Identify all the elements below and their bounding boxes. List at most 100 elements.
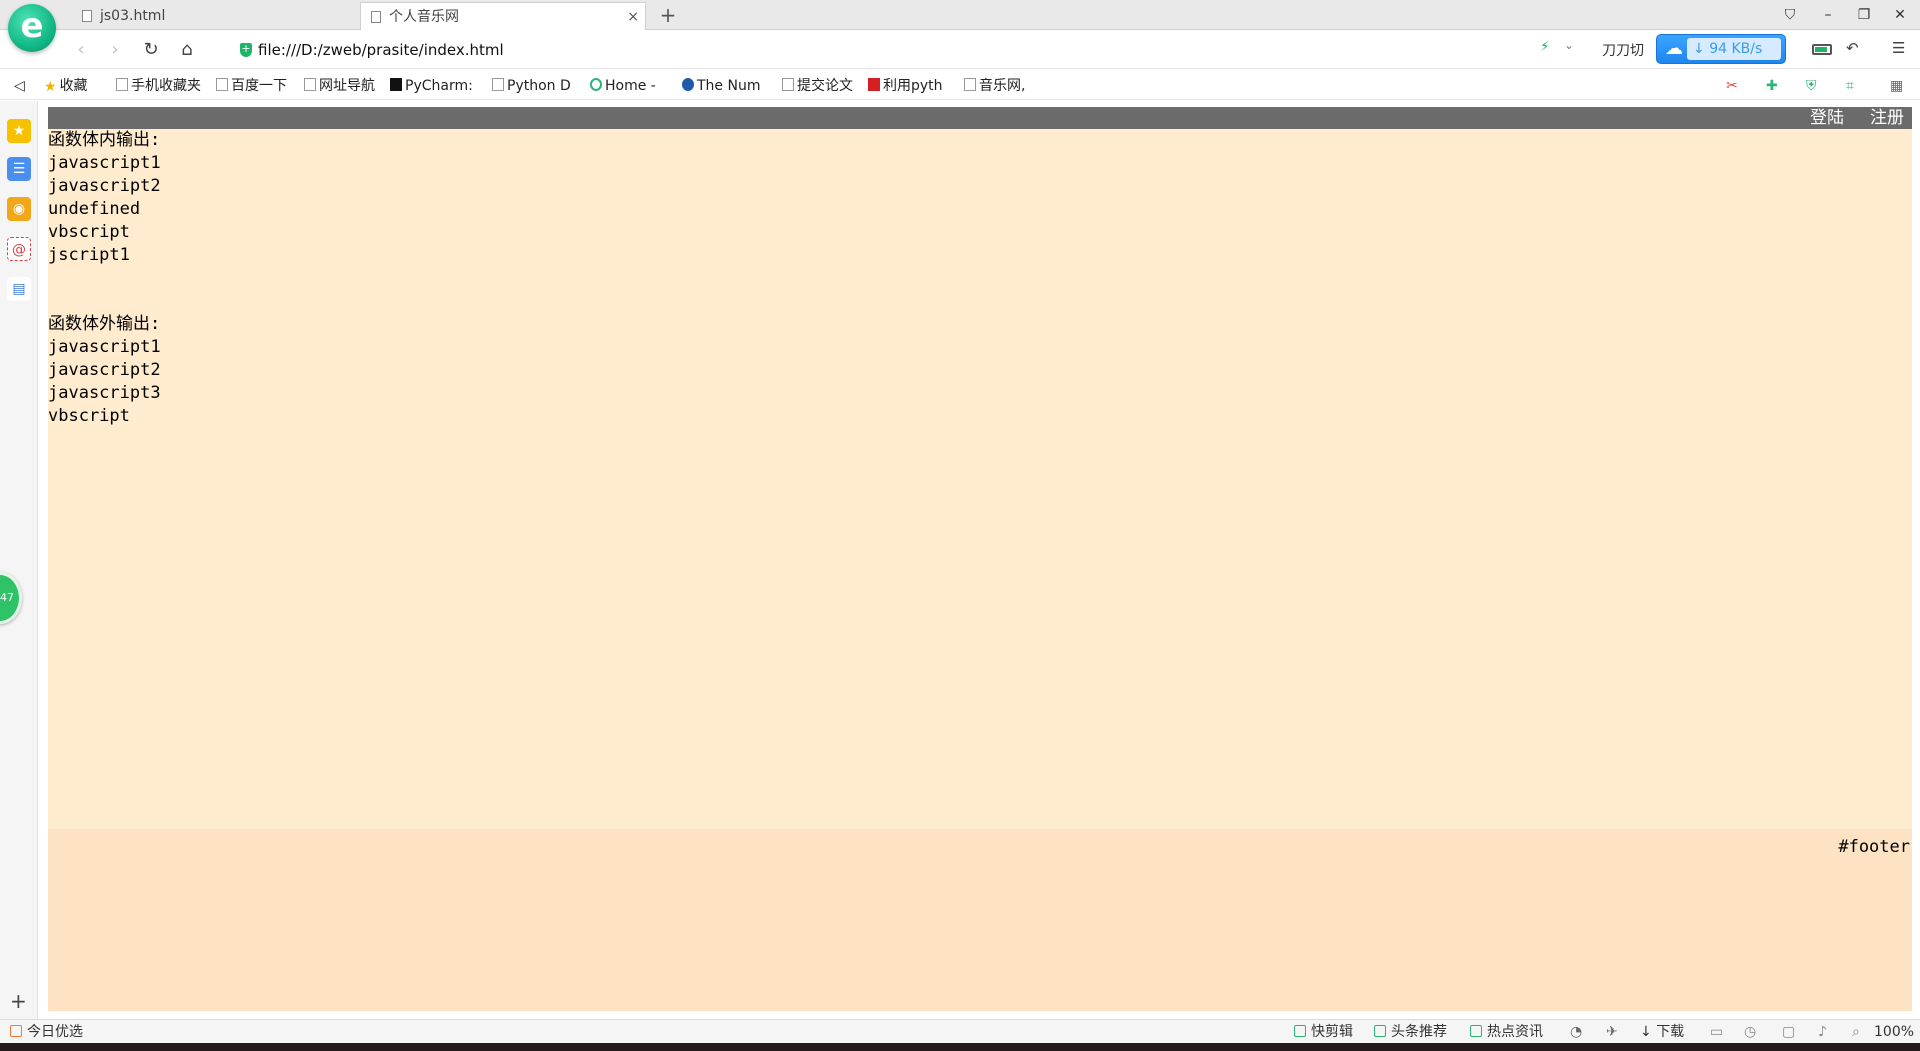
daily-picks-label: 今日优选 <box>27 1024 83 1040</box>
bookmark-label: 收藏 <box>59 78 88 94</box>
tab-music-site[interactable]: 个人音乐网 × <box>360 2 646 30</box>
history-icon[interactable]: ◷ <box>1744 1020 1756 1044</box>
footer-label: #footer <box>1838 837 1910 857</box>
plugin-icon[interactable]: ✚ <box>1766 76 1778 96</box>
hot-news[interactable]: 热点资讯 <box>1470 1020 1543 1044</box>
skin-icon[interactable]: ⛉ <box>1774 2 1806 28</box>
play-icon <box>1374 1025 1386 1037</box>
status-item-label: 热点资讯 <box>1487 1024 1543 1040</box>
weibo-icon[interactable]: ◉ <box>7 197 31 221</box>
login-link[interactable]: 登陆 <box>1810 108 1844 128</box>
browser-window: js03.html 个人音乐网 × + ⛉ – ❐ ✕ ‹ › ↻ ⌂ file… <box>0 0 1920 1051</box>
phone-icon <box>116 78 128 91</box>
bookmark-label: Python D <box>507 78 571 94</box>
bookmark-label: 百度一下 <box>231 78 287 94</box>
back-button[interactable]: ‹ <box>68 37 94 63</box>
bookmark-nav[interactable]: 网址导航 <box>304 76 375 96</box>
undo-icon[interactable]: ↶ <box>1846 39 1859 57</box>
reload-button[interactable]: ↻ <box>138 37 164 63</box>
address-input[interactable]: file:///D:/zweb/prasite/index.html <box>236 36 1516 63</box>
scissors-icon[interactable]: ✂ <box>1726 76 1738 96</box>
bookmark-home[interactable]: Home - <box>590 76 656 96</box>
gamepad-icon[interactable]: ⌗ <box>1846 76 1854 96</box>
jetbrains-icon <box>390 78 402 91</box>
bookmark-numpy[interactable]: The Num <box>682 76 760 96</box>
output-line: undefined <box>48 199 141 219</box>
gift-icon <box>10 1025 22 1037</box>
tab-title: 个人音乐网 <box>389 9 459 25</box>
layers-icon <box>964 78 976 91</box>
close-window-button[interactable]: ✕ <box>1884 2 1916 28</box>
bookmark-pycharm[interactable]: PyCharm: <box>390 76 473 96</box>
star-icon: ★ <box>44 77 57 97</box>
video-edit-icon <box>1294 1025 1306 1037</box>
news-icon <box>1470 1025 1482 1037</box>
bookmark-submit-paper[interactable]: 提交论文 <box>782 76 853 96</box>
headline-recommend[interactable]: 头条推荐 <box>1374 1020 1447 1044</box>
speed-icon[interactable]: ◔ <box>1570 1020 1582 1044</box>
output-line: jscript1 <box>48 245 130 265</box>
download-speed-value: 94 KB/s <box>1709 41 1763 57</box>
chevron-down-icon[interactable]: ⌄ <box>1564 38 1574 52</box>
browser-logo-icon[interactable] <box>8 4 56 52</box>
shield-check-icon[interactable]: ⛨ <box>1806 76 1817 96</box>
bookmark-favorites[interactable]: ★ 收藏 <box>44 76 88 97</box>
battery-icon[interactable] <box>1812 44 1832 55</box>
minimize-button[interactable]: – <box>1812 2 1844 28</box>
daily-picks[interactable]: 今日优选 <box>10 1020 83 1044</box>
restore-button[interactable]: ❐ <box>1848 2 1880 28</box>
csdn-icon <box>868 78 880 91</box>
page-main-content: 函数体内输出: javascript1 javascript2 undefine… <box>48 129 1912 829</box>
zoom-level[interactable]: 100% <box>1874 1020 1914 1044</box>
forward-button[interactable]: › <box>102 37 128 63</box>
web-page: 登陆 注册 函数体内输出: javascript1 javascript2 un… <box>48 107 1912 1011</box>
status-item-label: 快剪辑 <box>1311 1024 1353 1040</box>
bookmark-python[interactable]: Python D <box>492 76 571 96</box>
tab-close-icon[interactable]: × <box>627 3 639 30</box>
numpy-icon <box>682 78 694 91</box>
bookmark-baidu[interactable]: 百度一下 <box>216 76 287 96</box>
output-line: javascript1 <box>48 337 161 357</box>
output-line: 函数体内输出: <box>48 130 161 150</box>
download-speed: ↓ 94 KB/s <box>1687 38 1781 60</box>
email-icon[interactable]: @ <box>7 237 31 261</box>
notes-icon[interactable]: ▤ <box>7 277 31 301</box>
bookmark-label: The Num <box>697 78 761 94</box>
reading-list-icon[interactable]: ☰ <box>7 157 31 181</box>
apps-grid-icon[interactable]: ▦ <box>1890 76 1903 96</box>
output-line: javascript2 <box>48 176 161 196</box>
circle-icon <box>590 78 602 91</box>
tab-js03[interactable]: js03.html <box>72 2 352 30</box>
favorites-star-icon[interactable]: ★ <box>7 119 31 143</box>
page-icon <box>82 10 92 22</box>
bookmark-label: PyCharm: <box>405 78 473 94</box>
volume-icon[interactable]: ♪ <box>1818 1020 1827 1044</box>
home-button[interactable]: ⌂ <box>174 37 200 63</box>
new-tab-button[interactable]: + <box>656 2 680 28</box>
bookmark-csdn[interactable]: 利用pyth <box>868 76 943 96</box>
window-icon[interactable]: ▢ <box>1782 1020 1795 1044</box>
download-speed-widget[interactable]: ☁ ↓ 94 KB/s <box>1656 34 1786 64</box>
zoom-icon[interactable]: ⌕ <box>1852 1020 1860 1044</box>
sidebar-add-button[interactable]: + <box>10 989 27 1013</box>
bookmark-music-site[interactable]: 音乐网, <box>964 76 1025 96</box>
menu-icon[interactable]: ☰ <box>1892 39 1905 57</box>
screenshot-icon[interactable]: ▭ <box>1710 1020 1723 1044</box>
lightning-icon[interactable]: ⚡ <box>1540 39 1550 55</box>
bookmarks-bar: ◁ ★ 收藏 手机收藏夹 百度一下 网址导航 PyCharm: Python D … <box>0 70 1920 100</box>
bookmark-label: Home - <box>605 78 656 94</box>
output-line: javascript1 <box>48 153 161 173</box>
pin-icon[interactable]: ✈ <box>1606 1020 1618 1044</box>
cloud-icon: ☁ <box>1665 38 1683 59</box>
page-top-nav: 登陆 注册 <box>48 107 1912 129</box>
daodao-extension[interactable]: 刀刀切 <box>1602 40 1644 60</box>
page-icon <box>371 11 381 23</box>
bookmarks-toggle-icon[interactable]: ◁ <box>14 76 25 96</box>
downloads[interactable]: ↓ 下载 <box>1640 1020 1684 1044</box>
security-shield-icon <box>240 36 252 62</box>
status-item-label: 下载 <box>1656 1024 1685 1040</box>
register-link[interactable]: 注册 <box>1870 108 1904 128</box>
bookmark-mobile[interactable]: 手机收藏夹 <box>116 76 201 96</box>
quick-edit[interactable]: 快剪辑 <box>1294 1020 1353 1044</box>
